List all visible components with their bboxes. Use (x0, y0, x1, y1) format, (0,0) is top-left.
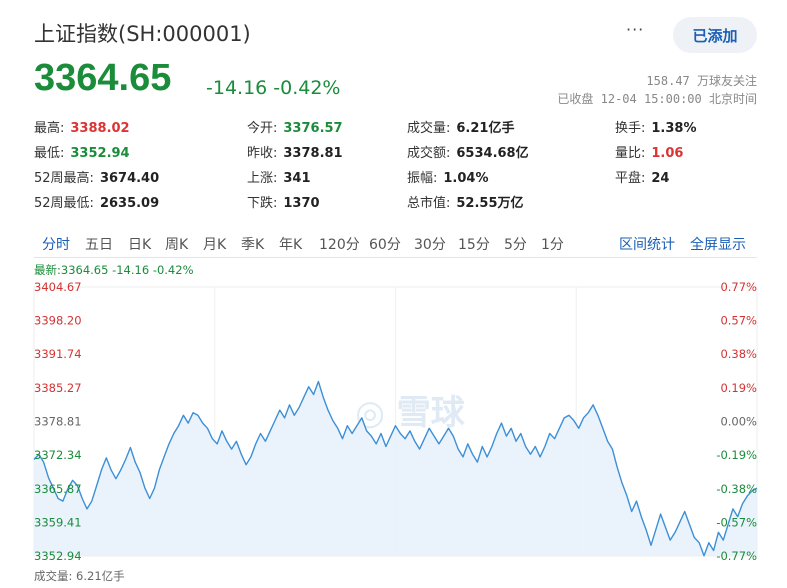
quote-stat: 振幅: 1.04% (407, 167, 489, 186)
y-tick-label: 3359.41 (34, 515, 82, 529)
tab-1[interactable]: 五日 (85, 234, 113, 254)
quote-stat: 换手: 1.38% (615, 117, 697, 136)
quote-stat: 上涨: 341 (247, 167, 311, 186)
y-tick-label: 3391.74 (34, 347, 82, 361)
stat-label: 52周最低: (34, 196, 94, 211)
follow-button[interactable]: 已添加 (673, 17, 757, 53)
stat-label: 成交额: (407, 146, 451, 161)
stat-value: 6.21亿手 (456, 121, 515, 136)
stat-label: 最低: (34, 146, 65, 161)
market-status: 已收盘 12-04 15:00:00 北京时间 (557, 92, 757, 106)
quote-row: 最低: 3352.94 昨收: 3378.81 成交额: 6534.68亿 量比: 1.06 (34, 142, 757, 167)
stat-label: 量比: (615, 146, 646, 161)
tab-3[interactable]: 周K (165, 234, 188, 254)
stat-value: 1.06 (651, 146, 684, 161)
stat-value: 52.55万亿 (456, 196, 524, 211)
y-tick-label: 3398.20 (34, 314, 82, 328)
quote-stat: 52周最高: 3674.40 (34, 167, 159, 186)
stat-value: 24 (651, 171, 670, 186)
pct-tick-label: -0.38% (716, 482, 757, 496)
intraday-chart[interactable]: ◎ 雪球 3404.67 0.77% 3398.20 0.57% 3391.74 0.38%… (0, 276, 787, 588)
stat-label: 换手: (615, 121, 646, 136)
quote-row: 52周最低: 2635.09 下跌: 1370 总市值: 52.55万亿 (34, 192, 757, 217)
chart-period-tabs: 分时 五日 日K 周K 月K 季K 年K 120分 60分 30分 15分 5分 1分 区间统计 全屏显示 (34, 228, 757, 258)
quote-stat: 今开: 3376.57 (247, 117, 343, 136)
stat-value: 341 (283, 171, 311, 186)
quote-stat: 昨收: 3378.81 (247, 142, 343, 161)
stat-value: 3352.94 (70, 146, 130, 161)
stat-label: 成交量: (407, 121, 451, 136)
quote-stat: 总市值: 52.55万亿 (407, 192, 524, 211)
followers-count: 158.47 万球友关注 (646, 74, 757, 88)
pct-tick-label: -0.19% (716, 448, 757, 462)
stat-label: 总市值: (407, 196, 451, 211)
stat-value: 3388.02 (70, 121, 130, 136)
stat-value: 2635.09 (99, 196, 160, 211)
quote-row: 52周最高: 3674.40 上涨: 341 振幅: 1.04% 平盘: 24 (34, 167, 757, 192)
y-tick-label: 3404.67 (34, 280, 82, 294)
quote-stat: 量比: 1.06 (615, 142, 683, 161)
change-percent: -0.42% (273, 77, 341, 99)
stat-label: 今开: (247, 121, 278, 136)
stat-value: 1.38% (651, 121, 697, 136)
change-value: -14.16 (206, 77, 268, 99)
tab-12[interactable]: 1分 (541, 234, 564, 254)
stat-value: 1.04% (443, 171, 489, 186)
quote-stats-grid: 最高: 3388.02 今开: 3376.57 成交量: 6.21亿手 换手: 1.38% 最低… (34, 117, 757, 217)
y-tick-label: 3372.34 (34, 448, 82, 462)
stat-label: 昨收: (247, 146, 278, 161)
tab-11[interactable]: 5分 (504, 234, 527, 254)
price-change: -14.16 -0.42% (206, 77, 346, 99)
pct-tick-label: -0.57% (716, 515, 757, 529)
stock-title: 上证指数(SH:000001) (34, 22, 251, 46)
range-stats-link[interactable]: 区间统计 (619, 234, 675, 254)
watermark-logo: ◎ 雪球 (355, 393, 466, 433)
stat-value: 3674.40 (99, 171, 160, 186)
quote-stat: 52周最低: 2635.09 (34, 192, 159, 211)
stat-value: 1370 (283, 196, 320, 211)
tab-10[interactable]: 15分 (458, 234, 490, 254)
more-dots-icon[interactable]: ··· (626, 20, 644, 39)
quote-stat: 最高: 3388.02 (34, 117, 130, 136)
volume-line: 成交量: 6.21亿手 (34, 569, 125, 583)
quote-stat: 最低: 3352.94 (34, 142, 130, 161)
stat-label: 最高: (34, 121, 65, 136)
stat-label: 平盘: (615, 171, 646, 186)
stat-value: 3376.57 (283, 121, 343, 136)
y-tick-label: 3378.81 (34, 414, 82, 428)
quote-row: 最高: 3388.02 今开: 3376.57 成交量: 6.21亿手 换手: 1.38% (34, 117, 757, 142)
tab-4[interactable]: 月K (203, 234, 226, 254)
y-tick-label: 3365.87 (34, 482, 82, 496)
pct-tick-label: -0.77% (716, 549, 757, 563)
stat-label: 52周最高: (34, 171, 94, 186)
pct-tick-label: 0.00% (720, 414, 757, 428)
pct-tick-label: 0.38% (720, 347, 757, 361)
pct-tick-label: 0.57% (720, 314, 757, 328)
stat-label: 上涨: (247, 171, 278, 186)
tab-7[interactable]: 120分 (319, 234, 360, 254)
stat-value: 6534.68亿 (456, 146, 529, 161)
pct-tick-label: 0.19% (720, 381, 757, 395)
tab-6[interactable]: 年K (279, 234, 302, 254)
stat-label: 下跌: (247, 196, 278, 211)
y-tick-label: 3385.27 (34, 381, 82, 395)
tab-9[interactable]: 30分 (414, 234, 446, 254)
quote-stat: 成交量: 6.21亿手 (407, 117, 514, 136)
tab-5[interactable]: 季K (241, 234, 264, 254)
quote-stat: 下跌: 1370 (247, 192, 320, 211)
y-tick-label: 3352.94 (34, 549, 82, 563)
tab-0[interactable]: 分时 (42, 234, 70, 254)
stat-value: 3378.81 (283, 146, 343, 161)
quote-stat: 成交额: 6534.68亿 (407, 142, 529, 161)
quote-stat: 平盘: 24 (615, 167, 669, 186)
tab-2[interactable]: 日K (128, 234, 151, 254)
current-price: 3364.65 (34, 57, 172, 99)
pct-tick-label: 0.77% (720, 280, 757, 294)
tab-8[interactable]: 60分 (369, 234, 401, 254)
stat-label: 振幅: (407, 171, 438, 186)
fullscreen-link[interactable]: 全屏显示 (690, 234, 746, 254)
